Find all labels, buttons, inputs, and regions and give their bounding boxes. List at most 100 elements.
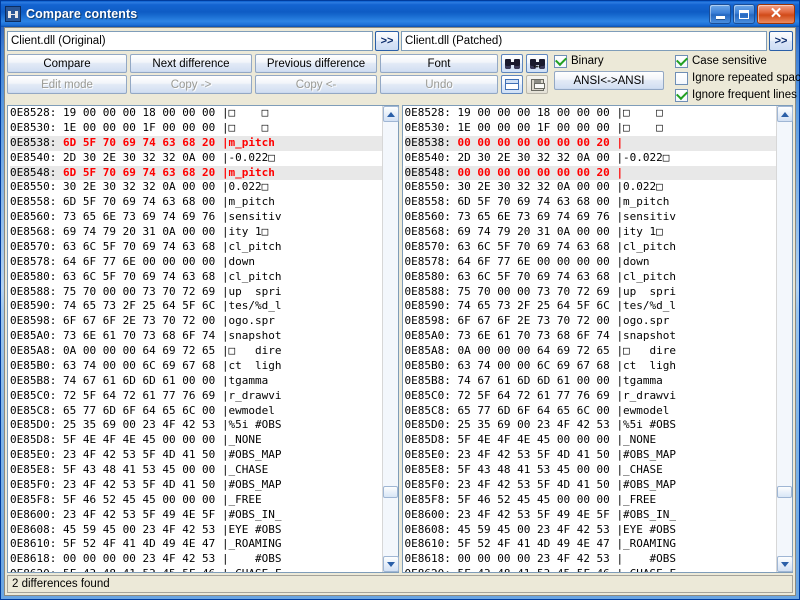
hex-row[interactable]: 0E85A0: 73 6E 61 70 73 68 6F 74 |snapsho… xyxy=(405,329,777,344)
right-browse-button[interactable]: >> xyxy=(769,31,793,51)
hex-row[interactable]: 0E8600: 23 4F 42 53 5F 49 4E 5F |#OBS_IN… xyxy=(405,508,777,523)
save-button[interactable] xyxy=(526,75,548,94)
left-hex-view[interactable]: 0E8528: 19 00 00 00 18 00 00 00 |□ □ 0E85… xyxy=(8,106,382,572)
hex-row[interactable]: 0E8618: 00 00 00 00 23 4F 42 53 | #OBS xyxy=(405,552,777,567)
hex-row[interactable]: 0E8570: 63 6C 5F 70 69 74 63 68 |cl_pitc… xyxy=(10,240,382,255)
hex-row[interactable]: 0E85C0: 72 5F 64 72 61 77 76 69 |r_drawv… xyxy=(405,389,777,404)
copy-left-button[interactable]: Copy <- xyxy=(255,75,377,94)
ansi-conversion-button[interactable]: ANSI<->ANSI xyxy=(554,71,664,90)
hex-row[interactable]: 0E8620: 5F 43 48 41 53 45 5F 46 |_CHASE_… xyxy=(405,567,777,572)
hex-row[interactable]: 0E85B8: 74 67 61 6D 6D 61 00 00 |tgamma xyxy=(10,374,382,389)
hex-row[interactable]: 0E8550: 30 2E 30 32 32 0A 00 00 |0.022□ xyxy=(10,180,382,195)
hex-row[interactable]: 0E8558: 6D 5F 70 69 74 63 68 00 |m_pitch xyxy=(405,195,777,210)
hex-row[interactable]: 0E85A0: 73 6E 61 70 73 68 6F 74 |snapsho… xyxy=(10,329,382,344)
hex-row[interactable]: 0E85C8: 65 77 6D 6F 64 65 6C 00 |ewmodel xyxy=(405,404,777,419)
hex-row[interactable]: 0E85F0: 23 4F 42 53 5F 4D 41 50 |#OBS_MA… xyxy=(10,478,382,493)
hex-row[interactable]: 0E8550: 30 2E 30 32 32 0A 00 00 |0.022□ xyxy=(405,180,777,195)
left-browse-button[interactable]: >> xyxy=(375,31,399,51)
previous-difference-button[interactable]: Previous difference xyxy=(255,54,377,73)
hex-row[interactable]: 0E8610: 5F 52 4F 41 4D 49 4E 47 |_ROAMIN… xyxy=(405,537,777,552)
show-window-button[interactable] xyxy=(501,75,523,94)
hex-row[interactable]: 0E85E0: 23 4F 42 53 5F 4D 41 50 |#OBS_MA… xyxy=(10,448,382,463)
hex-row[interactable]: 0E8598: 6F 67 6F 2E 73 70 72 00 |ogo.spr xyxy=(10,314,382,329)
left-scroll-down-button[interactable] xyxy=(382,556,399,572)
title-bar[interactable]: Compare contents ✕ xyxy=(1,1,799,27)
hex-row[interactable]: 0E8618: 00 00 00 00 23 4F 42 53 | #OBS xyxy=(10,552,382,567)
hex-row[interactable]: 0E8548: 00 00 00 00 00 00 00 20 | xyxy=(404,165,776,181)
hex-row[interactable]: 0E8530: 1E 00 00 00 1F 00 00 00 |□ □ xyxy=(405,121,777,136)
maximize-button[interactable] xyxy=(733,4,755,24)
right-scroll-track[interactable] xyxy=(777,122,792,556)
hex-row[interactable]: 0E85A8: 0A 00 00 00 64 69 72 65 |□ dire xyxy=(405,344,777,359)
hex-row[interactable]: 0E8598: 6F 67 6F 2E 73 70 72 00 |ogo.spr xyxy=(405,314,777,329)
hex-row[interactable]: 0E85B0: 63 74 00 00 6C 69 67 68 |ct ligh xyxy=(405,359,777,374)
hex-row[interactable]: 0E8528: 19 00 00 00 18 00 00 00 |□ □ xyxy=(10,106,382,121)
hex-row[interactable]: 0E85B0: 63 74 00 00 6C 69 67 68 |ct ligh xyxy=(10,359,382,374)
left-scroll-thumb[interactable] xyxy=(382,486,398,498)
hex-row[interactable]: 0E85F8: 5F 46 52 45 45 00 00 00 |_FREE xyxy=(405,493,777,508)
hex-row[interactable]: 0E8590: 74 65 73 2F 25 64 5F 6C |tes/%d_… xyxy=(405,299,777,314)
left-scroll-up-button[interactable] xyxy=(382,106,399,122)
case-sensitive-checkbox[interactable] xyxy=(675,54,688,68)
hex-row[interactable]: 0E8568: 69 74 79 20 31 0A 00 00 |ity 1□ xyxy=(10,225,382,240)
hex-row[interactable]: 0E8608: 45 59 45 00 23 4F 42 53 |EYE #OB… xyxy=(10,523,382,538)
find-button[interactable] xyxy=(501,54,523,73)
hex-row[interactable]: 0E8538: 00 00 00 00 00 00 00 20 | xyxy=(404,135,776,151)
hex-row[interactable]: 0E8560: 73 65 6E 73 69 74 69 76 |sensiti… xyxy=(10,210,382,225)
hex-row[interactable]: 0E8580: 63 6C 5F 70 69 74 63 68 |cl_pitc… xyxy=(10,270,382,285)
hex-row[interactable]: 0E8540: 2D 30 2E 30 32 32 0A 00 |-0.022□ xyxy=(405,151,777,166)
hex-row[interactable]: 0E8538: 6D 5F 70 69 74 63 68 20 |m_pitch xyxy=(10,135,382,151)
hex-row[interactable]: 0E85F0: 23 4F 42 53 5F 4D 41 50 |#OBS_MA… xyxy=(405,478,777,493)
hex-row[interactable]: 0E85D0: 25 35 69 00 23 4F 42 53 |%5i #OB… xyxy=(10,418,382,433)
hex-row[interactable]: 0E8600: 23 4F 42 53 5F 49 4E 5F |#OBS_IN… xyxy=(10,508,382,523)
binary-checkbox-row[interactable]: Binary xyxy=(554,54,664,68)
find-next-button[interactable]: ••• xyxy=(526,54,548,73)
hex-row[interactable]: 0E8560: 73 65 6E 73 69 74 69 76 |sensiti… xyxy=(405,210,777,225)
font-button[interactable]: Font xyxy=(380,54,498,73)
left-file-path-input[interactable]: Client.dll (Original) xyxy=(7,31,373,51)
right-scroll-down-button[interactable] xyxy=(777,556,793,572)
hex-row[interactable]: 0E85A8: 0A 00 00 00 64 69 72 65 |□ dire xyxy=(10,344,382,359)
hex-row[interactable]: 0E8570: 63 6C 5F 70 69 74 63 68 |cl_pitc… xyxy=(405,240,777,255)
compare-button[interactable]: Compare xyxy=(7,54,127,73)
hex-row[interactable]: 0E85C0: 72 5F 64 72 61 77 76 69 |r_drawv… xyxy=(10,389,382,404)
hex-row[interactable]: 0E8608: 45 59 45 00 23 4F 42 53 |EYE #OB… xyxy=(405,523,777,538)
right-vertical-scrollbar[interactable] xyxy=(776,106,793,572)
hex-row[interactable]: 0E85C8: 65 77 6D 6F 64 65 6C 00 |ewmodel xyxy=(10,404,382,419)
right-file-path-input[interactable]: Client.dll (Patched) xyxy=(401,31,767,51)
minimize-button[interactable] xyxy=(709,4,731,24)
hex-row[interactable]: 0E8588: 75 70 00 00 73 70 72 69 |up spri xyxy=(10,285,382,300)
next-difference-button[interactable]: Next difference xyxy=(130,54,252,73)
hex-row[interactable]: 0E8590: 74 65 73 2F 25 64 5F 6C |tes/%d_… xyxy=(10,299,382,314)
hex-row[interactable]: 0E8580: 63 6C 5F 70 69 74 63 68 |cl_pitc… xyxy=(405,270,777,285)
undo-button[interactable]: Undo xyxy=(380,75,498,94)
hex-row[interactable]: 0E8578: 64 6F 77 6E 00 00 00 00 |down xyxy=(10,255,382,270)
hex-row[interactable]: 0E8530: 1E 00 00 00 1F 00 00 00 |□ □ xyxy=(10,121,382,136)
hex-row[interactable]: 0E85E8: 5F 43 48 41 53 45 00 00 |_CHASE xyxy=(10,463,382,478)
case-sensitive-row[interactable]: Case sensitive xyxy=(675,54,800,68)
edit-mode-button[interactable]: Edit mode xyxy=(7,75,127,94)
hex-row[interactable]: 0E8620: 5F 43 48 41 53 45 5F 46 |_CHASE_… xyxy=(10,567,382,572)
hex-row[interactable]: 0E85D8: 5F 4E 4F 4E 45 00 00 00 |_NONE xyxy=(10,433,382,448)
ignore-frequent-lines-checkbox[interactable] xyxy=(675,88,688,102)
hex-row[interactable]: 0E8558: 6D 5F 70 69 74 63 68 00 |m_pitch xyxy=(10,195,382,210)
hex-row[interactable]: 0E8588: 75 70 00 00 73 70 72 69 |up spri xyxy=(405,285,777,300)
hex-row[interactable]: 0E85B8: 74 67 61 6D 6D 61 00 00 |tgamma xyxy=(405,374,777,389)
hex-row[interactable]: 0E85D0: 25 35 69 00 23 4F 42 53 |%5i #OB… xyxy=(405,418,777,433)
hex-row[interactable]: 0E8528: 19 00 00 00 18 00 00 00 |□ □ xyxy=(405,106,777,121)
right-scroll-up-button[interactable] xyxy=(777,106,793,122)
hex-row[interactable]: 0E8540: 2D 30 2E 30 32 32 0A 00 |-0.022□ xyxy=(10,151,382,166)
left-vertical-scrollbar[interactable] xyxy=(381,106,399,572)
hex-row[interactable]: 0E85E8: 5F 43 48 41 53 45 00 00 |_CHASE xyxy=(405,463,777,478)
hex-row[interactable]: 0E8610: 5F 52 4F 41 4D 49 4E 47 |_ROAMIN… xyxy=(10,537,382,552)
close-button[interactable]: ✕ xyxy=(757,4,795,24)
ignore-repeated-spaces-row[interactable]: Ignore repeated spaces xyxy=(675,71,800,85)
hex-row[interactable]: 0E85E0: 23 4F 42 53 5F 4D 41 50 |#OBS_MA… xyxy=(405,448,777,463)
hex-row[interactable]: 0E8578: 64 6F 77 6E 00 00 00 00 |down xyxy=(405,255,777,270)
copy-right-button[interactable]: Copy -> xyxy=(130,75,252,94)
ignore-repeated-spaces-checkbox[interactable] xyxy=(675,71,688,85)
hex-row[interactable]: 0E85F8: 5F 46 52 45 45 00 00 00 |_FREE xyxy=(10,493,382,508)
hex-row[interactable]: 0E8568: 69 74 79 20 31 0A 00 00 |ity 1□ xyxy=(405,225,777,240)
binary-checkbox[interactable] xyxy=(554,54,567,68)
left-scroll-track[interactable] xyxy=(382,122,398,556)
